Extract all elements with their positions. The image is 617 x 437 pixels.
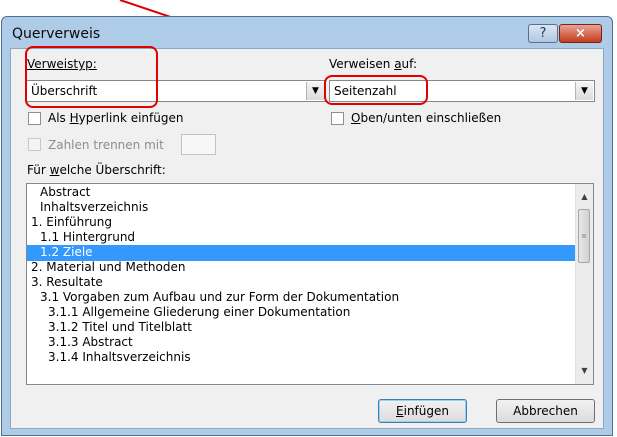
list-item[interactable]: 1.1 Hintergrund [27,230,577,246]
list-item[interactable]: 3.1.4 Inhaltsverzeichnis [27,350,577,366]
list-item-selected[interactable]: 1.2 Ziele [27,245,577,261]
heading-list-label: Für welche Überschrift: [27,163,166,177]
scroll-thumb[interactable]: ≡ [578,209,590,263]
close-button[interactable]: × [559,24,602,43]
oben-unten-checkbox[interactable] [331,112,344,125]
abbrechen-button[interactable]: Abbrechen [496,399,595,423]
list-item[interactable]: 3. Resultate [27,275,577,291]
highlight-seitenzahl [324,75,428,105]
separator-input [181,134,216,155]
einfuegen-button[interactable]: Einfügen [378,399,467,423]
scroll-up-icon[interactable]: ▲ [576,188,593,204]
title-bar: Querverweis ? × [2,17,612,49]
zahlen-trennen-label: Zahlen trennen mit [48,138,164,152]
verweisen-auf-label: Verweisen auf: [329,57,417,71]
list-scrollbar[interactable]: ▲ ≡ ▼ [575,184,593,384]
list-item[interactable]: 3.1.3 Abstract [27,335,577,351]
list-item[interactable]: 1. Einführung [27,215,577,231]
oben-unten-label[interactable]: Oben/unten einschließen [351,111,501,125]
chevron-down-icon[interactable]: ▼ [575,82,593,100]
list-item[interactable]: 3.1.2 Titel und Titelblatt [27,320,577,336]
list-item[interactable]: Inhaltsverzeichnis [27,200,577,216]
list-item[interactable]: 3.1 Vorgaben zum Aufbau und zur Form der… [27,290,577,306]
help-icon: ? [539,26,547,41]
list-item[interactable]: 2. Material und Methoden [27,260,577,276]
chevron-down-icon[interactable]: ▼ [306,82,324,100]
hyperlink-checkbox[interactable] [28,112,41,125]
zahlen-trennen-checkbox [28,138,41,151]
hyperlink-label[interactable]: Als Hyperlink einfügen [48,111,183,125]
close-icon: × [575,26,586,41]
highlight-verweistyp [25,46,158,108]
list-item[interactable]: 3.1.1 Allgemeine Gliederung einer Dokume… [27,305,577,321]
dialog-title: Querverweis [12,26,101,42]
help-button[interactable]: ? [528,24,558,43]
scroll-down-icon[interactable]: ▼ [576,362,593,378]
list-item[interactable]: Abstract [27,185,577,201]
heading-listbox[interactable]: Abstract Inhaltsverzeichnis 1. Einführun… [26,183,594,385]
